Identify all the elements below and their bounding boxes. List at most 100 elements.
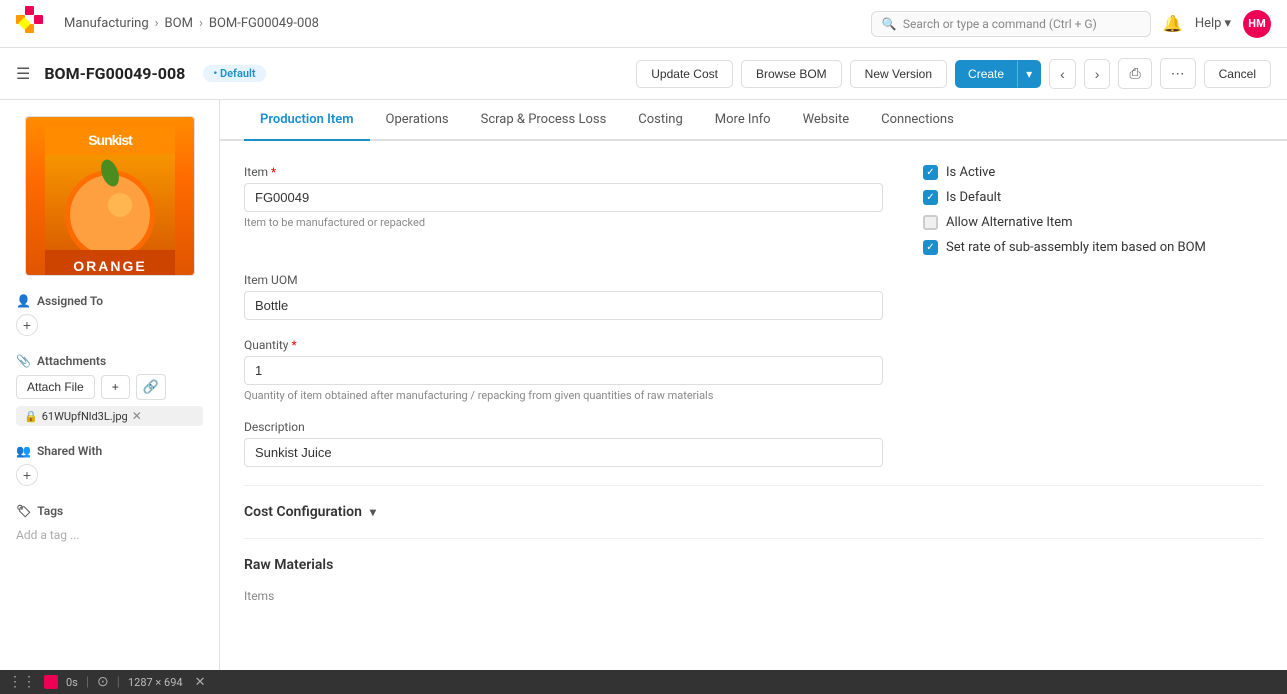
tab-production-item[interactable]: Production Item bbox=[244, 100, 370, 141]
set-rate-checkbox[interactable] bbox=[923, 240, 938, 255]
file-name: 61WUpfNld3L.jpg bbox=[42, 410, 128, 423]
assigned-to-icon: 👤 bbox=[16, 294, 31, 308]
breadcrumb-bom[interactable]: BOM bbox=[165, 16, 193, 31]
file-attachment: 🔒 61WUpfNld3L.jpg ✕ bbox=[16, 406, 203, 426]
attach-add-button[interactable]: + bbox=[101, 375, 130, 399]
tab-more-info[interactable]: More Info bbox=[699, 100, 787, 141]
notification-bell-icon[interactable]: 🔔 bbox=[1163, 14, 1183, 33]
assigned-to-header: 👤 Assigned To bbox=[16, 294, 203, 308]
bottom-sep2: | bbox=[117, 675, 120, 690]
svg-text:ORANGE: ORANGE bbox=[73, 258, 146, 274]
attach-file-button[interactable]: Attach File bbox=[16, 375, 95, 399]
allow-alternative-label: Allow Alternative Item bbox=[946, 215, 1072, 230]
action-bar: ☰ BOM-FG00049-008 • Default Update Cost … bbox=[0, 48, 1287, 100]
breadcrumb-current[interactable]: BOM-FG00049-008 bbox=[209, 16, 319, 31]
bottom-grid-icon: ⋮⋮ bbox=[8, 674, 36, 690]
quantity-right-col bbox=[923, 338, 1263, 402]
quantity-input[interactable] bbox=[244, 356, 883, 385]
sunkist-logo: Sunkist ORANGE bbox=[45, 125, 175, 276]
description-col: Description bbox=[244, 420, 883, 467]
breadcrumb-manufacturing[interactable]: Manufacturing bbox=[64, 16, 149, 31]
add-shared-with-button[interactable]: + bbox=[16, 464, 38, 486]
uom-row: Item UOM bbox=[244, 273, 1263, 320]
bottom-close-button[interactable]: ✕ bbox=[195, 675, 206, 690]
avatar[interactable]: HM bbox=[1243, 10, 1271, 38]
cost-config-chevron-icon: ▾ bbox=[370, 505, 376, 519]
item-row: Item Item to be manufactured or repacked… bbox=[244, 165, 1263, 255]
allow-alternative-checkbox[interactable] bbox=[923, 215, 938, 230]
attachments-label: Attachments bbox=[37, 354, 106, 368]
svg-text:Sunkist: Sunkist bbox=[88, 132, 133, 148]
raw-materials-header[interactable]: Raw Materials bbox=[244, 557, 1263, 573]
next-record-button[interactable]: › bbox=[1084, 59, 1111, 89]
tab-website[interactable]: Website bbox=[787, 100, 866, 141]
attach-link-button[interactable]: 🔗 bbox=[136, 374, 166, 400]
breadcrumb-sep2: › bbox=[199, 16, 203, 31]
description-right-col bbox=[923, 420, 1263, 467]
top-nav: Manufacturing › BOM › BOM-FG00049-008 🔍 … bbox=[0, 0, 1287, 48]
create-dropdown-button[interactable]: ▾ bbox=[1017, 60, 1041, 88]
breadcrumb: Manufacturing › BOM › BOM-FG00049-008 bbox=[64, 16, 319, 31]
tags-icon: 🏷 bbox=[16, 504, 31, 518]
item-uom-label: Item UOM bbox=[244, 273, 883, 287]
more-actions-button[interactable]: ⋯ bbox=[1160, 58, 1196, 89]
cost-config-label: Cost Configuration bbox=[244, 504, 362, 520]
is-active-row: Is Active bbox=[923, 165, 1263, 180]
item-col: Item Item to be manufactured or repacked bbox=[244, 165, 883, 255]
browse-bom-button[interactable]: Browse BOM bbox=[741, 60, 842, 88]
is-active-label: Is Active bbox=[946, 165, 995, 180]
attachment-icon: 📎 bbox=[16, 354, 31, 368]
update-cost-button[interactable]: Update Cost bbox=[636, 60, 733, 88]
shared-with-icon: 👥 bbox=[16, 444, 31, 458]
form-divider bbox=[244, 485, 1263, 486]
item-uom-input[interactable] bbox=[244, 291, 883, 320]
help-label: Help bbox=[1195, 16, 1222, 31]
set-rate-label: Set rate of sub-assembly item based on B… bbox=[946, 240, 1206, 255]
cancel-button[interactable]: Cancel bbox=[1204, 60, 1271, 88]
nav-right: 🔍 Search or type a command (Ctrl + G) 🔔 … bbox=[871, 10, 1271, 38]
create-button[interactable]: Create bbox=[955, 60, 1017, 88]
tags-header: 🏷 Tags bbox=[16, 504, 203, 518]
action-buttons: Update Cost Browse BOM New Version Creat… bbox=[636, 58, 1271, 89]
raw-materials-divider bbox=[244, 538, 1263, 539]
assigned-to-section: 👤 Assigned To + bbox=[16, 294, 203, 336]
file-icon: 🔒 bbox=[24, 410, 38, 423]
quantity-label: Quantity bbox=[244, 338, 883, 352]
tab-operations[interactable]: Operations bbox=[370, 100, 465, 141]
bottom-status-dot bbox=[44, 675, 58, 689]
tags-input[interactable]: Add a tag ... bbox=[16, 524, 203, 546]
add-assigned-to-button[interactable]: + bbox=[16, 314, 38, 336]
sidebar: Sunkist ORANGE 👤 bbox=[0, 100, 220, 694]
attachments-header: 📎 Attachments bbox=[16, 354, 203, 368]
shared-with-label: Shared With bbox=[37, 444, 102, 458]
is-default-checkbox[interactable] bbox=[923, 190, 938, 205]
help-button[interactable]: Help ▾ bbox=[1195, 16, 1231, 31]
prev-record-button[interactable]: ‹ bbox=[1049, 59, 1076, 89]
product-image: Sunkist ORANGE bbox=[26, 117, 194, 275]
print-button[interactable]: ⎙ bbox=[1118, 58, 1151, 89]
file-remove-button[interactable]: ✕ bbox=[132, 409, 142, 423]
tab-costing[interactable]: Costing bbox=[622, 100, 698, 141]
cost-config-header[interactable]: Cost Configuration ▾ bbox=[244, 504, 1263, 520]
allow-alternative-row: Allow Alternative Item bbox=[923, 215, 1263, 230]
hamburger-icon[interactable]: ☰ bbox=[16, 64, 30, 83]
item-input[interactable] bbox=[244, 183, 883, 212]
search-icon: 🔍 bbox=[882, 17, 897, 31]
tab-connections[interactable]: Connections bbox=[865, 100, 970, 141]
search-box[interactable]: 🔍 Search or type a command (Ctrl + G) bbox=[871, 11, 1151, 37]
app-logo[interactable] bbox=[16, 6, 52, 42]
uom-col: Item UOM bbox=[244, 273, 883, 320]
checkbox-col: Is Active Is Default Allow Alternative I… bbox=[923, 165, 1263, 255]
item-label: Item bbox=[244, 165, 883, 179]
items-label: Items bbox=[244, 589, 1263, 603]
description-input[interactable] bbox=[244, 438, 883, 467]
tab-scrap-loss[interactable]: Scrap & Process Loss bbox=[465, 100, 623, 141]
bottom-time: 0s bbox=[66, 676, 78, 689]
tab-bar: Production Item Operations Scrap & Proce… bbox=[220, 100, 1287, 141]
status-badge: • Default bbox=[203, 65, 265, 82]
description-label: Description bbox=[244, 420, 883, 434]
is-active-checkbox[interactable] bbox=[923, 165, 938, 180]
new-version-button[interactable]: New Version bbox=[850, 60, 947, 88]
tags-section: 🏷 Tags Add a tag ... bbox=[16, 504, 203, 546]
description-row: Description bbox=[244, 420, 1263, 467]
